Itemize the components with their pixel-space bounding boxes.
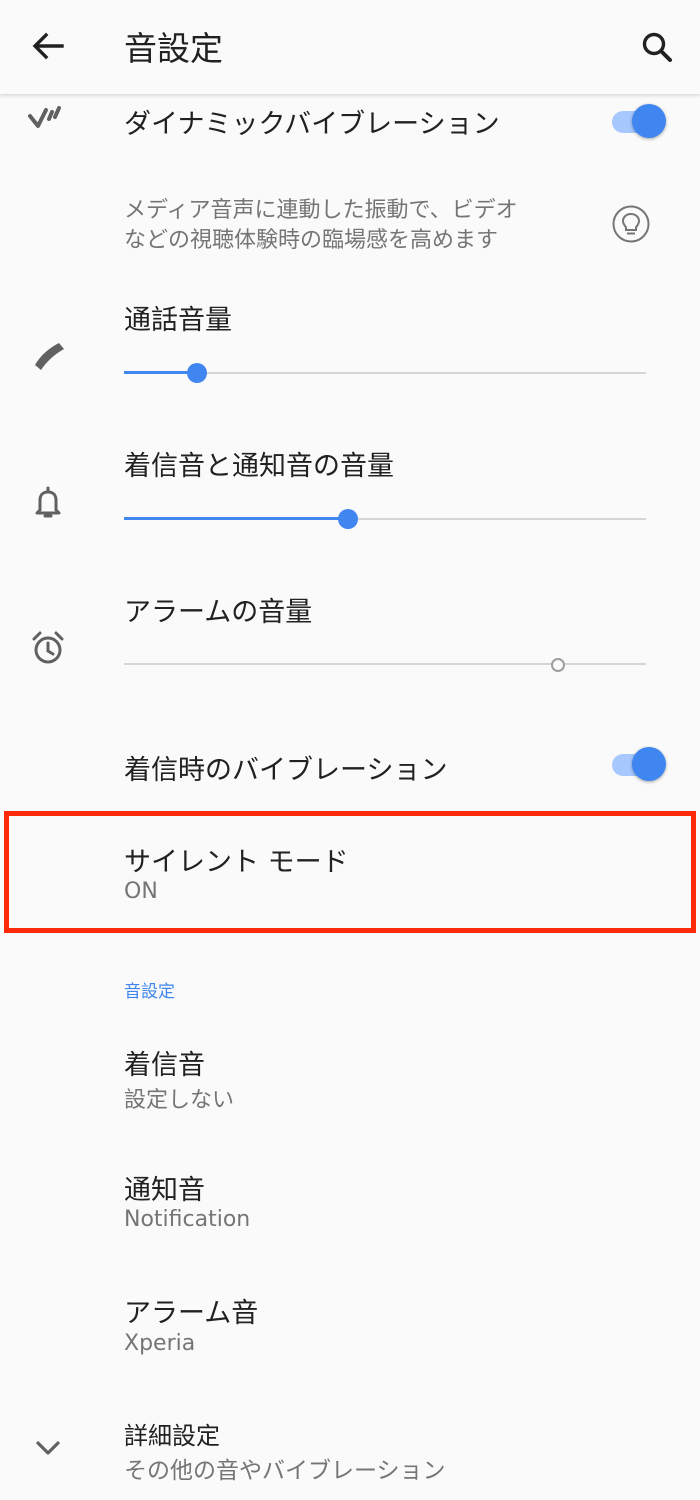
dynamic-vibration-icon — [28, 106, 61, 128]
ringtone-value: 設定しない — [124, 1088, 235, 1113]
ring-volume-slider[interactable] — [124, 507, 646, 531]
alarm-sound-value: Xperia — [124, 1331, 196, 1356]
alarm-volume-slider[interactable] — [124, 652, 646, 676]
dynamic-vibration-title: ダイナミックバイブレーション — [124, 109, 500, 140]
silent-mode-value: ON — [124, 879, 158, 904]
alarm-clock-icon — [32, 631, 64, 664]
description-line: メディア音声に連動した振動で、ビデオ — [124, 198, 518, 223]
advanced-title: 詳細設定 — [124, 1422, 220, 1450]
call-volume-slider[interactable] — [124, 361, 646, 385]
notification-sound-value: Notification — [124, 1207, 251, 1232]
arrow-back-icon — [32, 32, 64, 60]
slider-knob[interactable] — [338, 509, 359, 529]
description-line: などの視聴体験時の臨場感を高めます — [124, 228, 499, 253]
search-button[interactable] — [636, 26, 680, 70]
slider-knob[interactable] — [187, 363, 208, 383]
toggle-thumb — [632, 747, 666, 781]
toggle-thumb — [632, 104, 666, 138]
slider-fill — [124, 517, 349, 520]
phone-icon — [35, 343, 64, 370]
ringtone-title: 着信音 — [124, 1050, 205, 1081]
app-bar: 音設定 — [0, 0, 700, 94]
advanced-subtitle: その他の音やバイブレーション — [124, 1458, 446, 1484]
slider-knob[interactable] — [551, 658, 566, 672]
highlight-box — [4, 811, 696, 933]
lightbulb-icon[interactable] — [611, 204, 651, 244]
vibrate-on-ring-title: 着信時のバイブレーション — [124, 755, 448, 786]
ring-volume-title: 着信音と通知音の音量 — [124, 451, 394, 482]
chevron-down-icon — [36, 1441, 60, 1455]
vibrate-on-ring-toggle[interactable] — [610, 745, 670, 785]
page-title: 音設定 — [124, 29, 223, 68]
call-volume-title: 通話音量 — [124, 305, 232, 336]
silent-mode-title: サイレント モード — [124, 847, 349, 878]
section-header: 音設定 — [124, 982, 175, 1002]
alarm-volume-title: アラームの音量 — [124, 597, 313, 628]
slider-rail — [124, 663, 646, 665]
alarm-sound-title: アラーム音 — [124, 1298, 259, 1329]
dynamic-vibration-description: メディア音声に連動した振動で、ビデオ などの視聴体験時の臨場感を高めます — [124, 196, 584, 256]
search-icon — [642, 32, 672, 62]
notification-sound-title: 通知音 — [124, 1175, 205, 1206]
back-button[interactable] — [28, 26, 68, 66]
bell-icon — [35, 486, 61, 518]
dynamic-vibration-toggle[interactable] — [610, 102, 670, 142]
